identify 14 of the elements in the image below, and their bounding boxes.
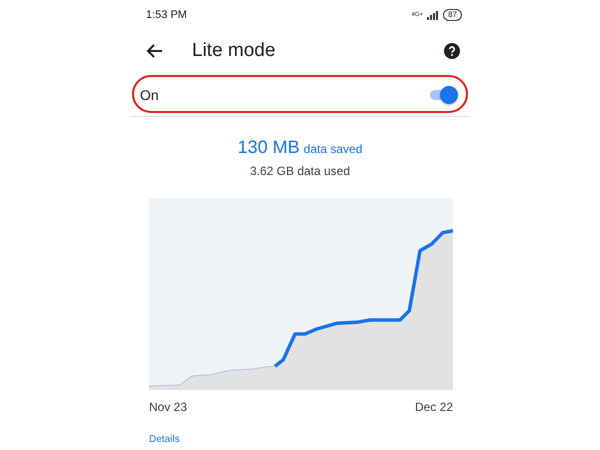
end-date-label: Dec 22 <box>414 400 453 414</box>
saved-amount: 130 MB <box>238 137 300 158</box>
status-time: 1:53 PM <box>146 9 187 21</box>
page-title: Lite mode <box>192 40 276 62</box>
help-icon[interactable] <box>444 43 460 59</box>
start-date-label: Nov 23 <box>149 400 188 414</box>
battery-level: 87 <box>443 9 462 21</box>
details-link[interactable]: Details <box>149 434 180 445</box>
data-used: 3.62 GB data used <box>248 164 352 178</box>
signal-icon <box>427 10 440 20</box>
toggle-label: On <box>140 87 159 103</box>
toggle-switch[interactable] <box>428 86 458 104</box>
back-button[interactable] <box>146 42 164 60</box>
saved-label: data saved <box>304 142 362 156</box>
